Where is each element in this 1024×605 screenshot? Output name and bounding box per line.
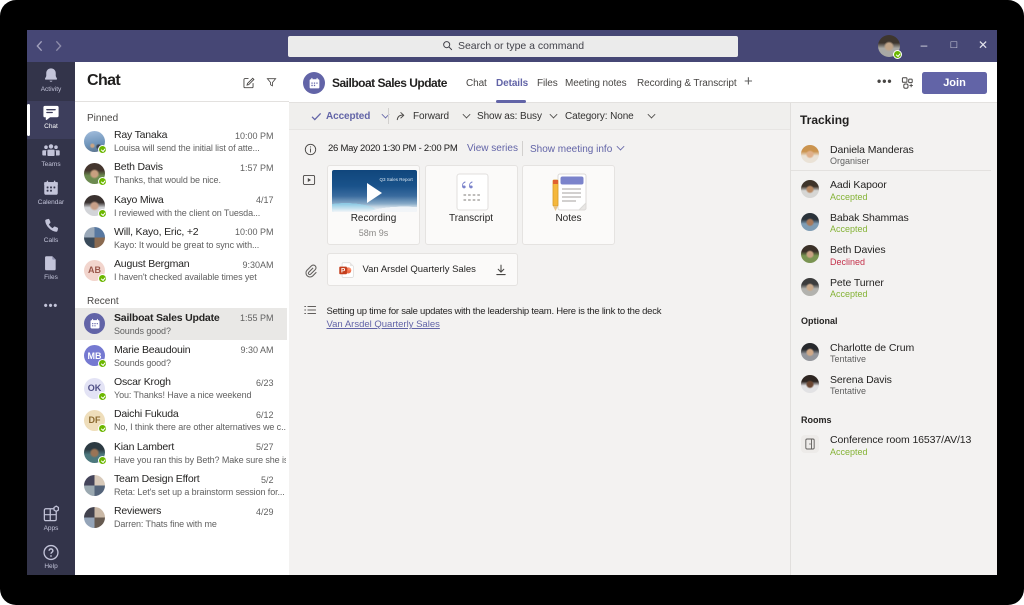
svg-text:P: P <box>341 267 346 274</box>
